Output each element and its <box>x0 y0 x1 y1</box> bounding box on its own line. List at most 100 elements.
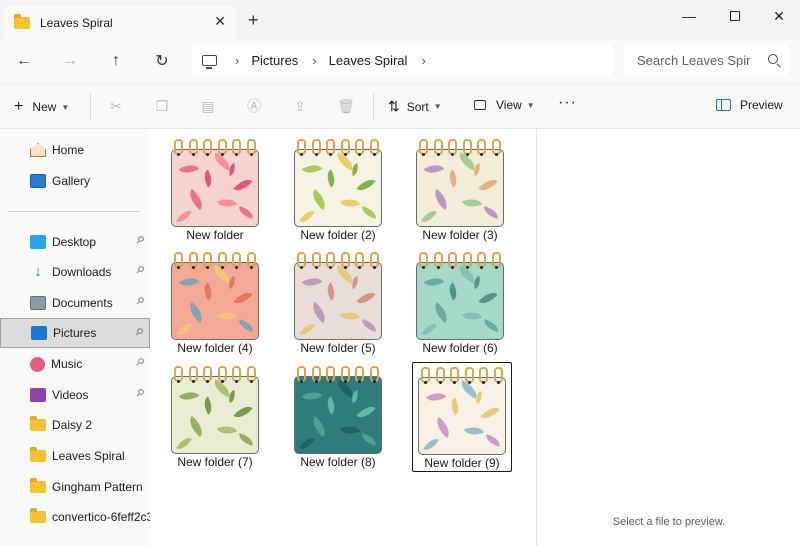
breadcrumb-leaves-spiral[interactable]: Leaves Spiral <box>329 53 408 68</box>
leaf-pattern <box>323 396 339 415</box>
breadcrumb-separator[interactable]: › <box>421 53 425 68</box>
sidebar-item-documents[interactable]: Documents ⚲ <box>0 288 150 318</box>
breadcrumb-separator[interactable]: › <box>312 53 316 68</box>
sidebar-item-pictures[interactable]: Pictures ⚲ <box>0 318 150 348</box>
command-bar: + New ▼ ✂ ❐ ▤ Ⓐ ⇪ 🗑 ⇅ Sort ▼ View ▼ ··· … <box>0 85 800 129</box>
address-bar[interactable]: › Pictures › Leaves Spiral › <box>192 44 614 76</box>
close-tab-icon[interactable]: ✕ <box>214 13 226 30</box>
spiral-ring <box>448 252 458 269</box>
spiral-ring <box>479 367 489 384</box>
tab-leaves-spiral[interactable]: Leaves Spiral ✕ <box>4 6 236 40</box>
breadcrumb-pictures[interactable]: Pictures <box>251 53 298 68</box>
sidebar-item-leaves-spiral[interactable]: Leaves Spiral <box>0 441 150 471</box>
preview-pane-icon <box>716 99 731 111</box>
leaf-pattern <box>482 206 500 219</box>
leaf-pattern <box>184 301 208 324</box>
maximize-button[interactable] <box>712 2 758 30</box>
sidebar-item-home[interactable]: Home <box>0 135 150 165</box>
folder-item[interactable]: New folder (6) <box>406 242 506 355</box>
leaf-pattern <box>360 319 378 332</box>
preview-button[interactable]: Preview <box>716 98 783 112</box>
sidebar-item-gallery[interactable]: Gallery <box>0 166 150 196</box>
leaf-pattern <box>237 433 255 446</box>
sort-button[interactable]: ⇅ Sort ▼ <box>388 98 442 115</box>
new-tab-button[interactable]: + <box>248 10 259 31</box>
new-button[interactable]: + New ▼ <box>14 98 69 116</box>
close-window-button[interactable]: ✕ <box>756 2 800 30</box>
spiral-ring <box>174 252 183 269</box>
folder-item[interactable]: New folder (2) <box>284 129 384 242</box>
sidebar-item-gingham-pattern[interactable]: Gingham Pattern <box>0 472 150 502</box>
view-button[interactable]: View ▼ <box>474 98 535 112</box>
leaf-pattern <box>216 308 238 324</box>
folder-item[interactable]: New folder (7) <box>161 356 261 469</box>
folder-label: New folder (2) <box>300 228 376 242</box>
spiral-ring <box>217 366 227 383</box>
spiral-ring <box>448 139 458 156</box>
sidebar-item-label: Leaves Spiral <box>52 449 125 463</box>
folder-thumbnail <box>416 262 504 340</box>
view-label: View <box>496 98 522 112</box>
sidebar-item-desktop[interactable]: Desktop ⚲ <box>0 227 150 257</box>
leaf-pattern <box>200 169 216 188</box>
gallery-icon <box>30 174 46 188</box>
spiral-ring <box>232 366 242 383</box>
leaf-pattern <box>447 397 463 416</box>
leaf-pattern <box>482 319 500 332</box>
cut-icon[interactable]: ✂ <box>107 97 125 115</box>
sidebar-item-label: Gallery <box>52 174 91 188</box>
sidebar-item-daisy-2[interactable]: Daisy 2 <box>0 410 150 440</box>
spiral-ring <box>419 139 428 156</box>
spiral-binding-icon <box>174 366 256 383</box>
spiral-binding-icon <box>297 139 379 156</box>
leaf-pattern <box>429 301 453 324</box>
leaf-pattern <box>480 402 500 424</box>
search-input[interactable] <box>637 52 757 68</box>
search-icon[interactable] <box>768 54 778 64</box>
folder-item[interactable]: New folder (5) <box>284 242 384 355</box>
folder-item[interactable]: New folder <box>161 129 261 242</box>
sidebar-item-videos[interactable]: Videos ⚲ <box>0 380 150 410</box>
share-icon[interactable]: ⇪ <box>291 97 309 115</box>
more-options-button[interactable]: ··· <box>558 94 577 112</box>
up-button[interactable]: ↑ <box>104 50 128 72</box>
delete-icon[interactable]: 🗑 <box>337 97 355 115</box>
spiral-ring <box>246 252 256 269</box>
preview-label: Preview <box>740 98 783 112</box>
chevron-down-icon: ▼ <box>61 102 70 112</box>
refresh-button[interactable]: ↻ <box>150 50 174 72</box>
sidebar-item-convertico-6feff2c3[interactable]: convertico-6feff2c3 <box>0 502 150 532</box>
new-label: New <box>32 100 57 114</box>
breadcrumb-separator[interactable]: › <box>235 53 239 68</box>
forward-button[interactable]: → <box>58 50 82 72</box>
sidebar-item-downloads[interactable]: ↓ Downloads ⚲ <box>0 257 150 287</box>
spiral-ring <box>174 366 183 383</box>
this-pc-icon[interactable] <box>202 54 217 69</box>
paste-icon[interactable]: ▤ <box>199 97 217 115</box>
spiral-ring <box>326 366 336 383</box>
leaf-pattern <box>323 169 339 188</box>
spiral-ring <box>188 366 198 383</box>
leaf-pattern <box>178 387 200 405</box>
leaf-pattern <box>307 415 331 438</box>
rename-icon[interactable]: Ⓐ <box>245 97 263 115</box>
leaf-pattern <box>421 320 437 339</box>
folder-item[interactable]: New folder (8) <box>284 356 384 469</box>
folder-label: New folder (5) <box>300 341 376 355</box>
spiral-ring <box>355 139 365 156</box>
back-button[interactable]: ← <box>12 50 36 72</box>
folder-label: New folder (7) <box>177 455 253 469</box>
folder-item[interactable]: New folder (9) <box>412 362 512 472</box>
spiral-ring <box>188 139 198 156</box>
plus-icon: + <box>14 98 24 115</box>
minimize-button[interactable]: — <box>666 2 712 30</box>
folder-thumbnail <box>171 149 259 227</box>
sidebar-item-label: Desktop <box>52 235 97 249</box>
folder-thumbnail <box>418 377 506 455</box>
leaf-pattern <box>478 287 498 309</box>
copy-icon[interactable]: ❐ <box>153 97 171 115</box>
sidebar-item-music[interactable]: Music ⚲ <box>0 349 150 379</box>
folder-item[interactable]: New folder (4) <box>161 242 261 355</box>
leaf-pattern <box>301 273 323 291</box>
folder-item[interactable]: New folder (3) <box>406 129 506 242</box>
